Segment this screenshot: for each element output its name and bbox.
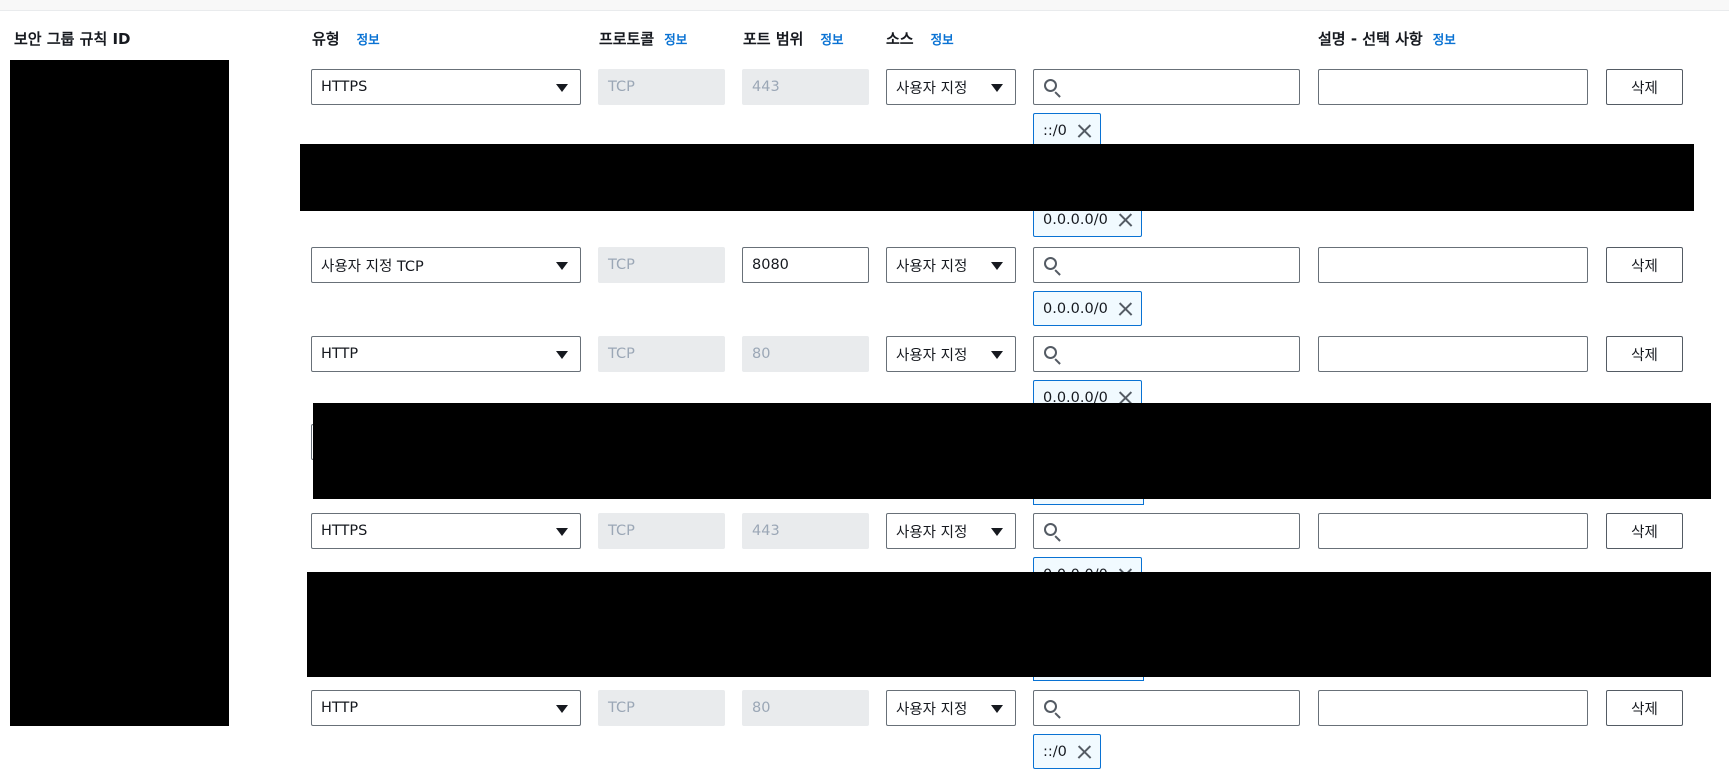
redaction-block — [300, 144, 1694, 211]
header-description-info-link[interactable]: 정보 — [1433, 29, 1456, 48]
rule-row: 사용자 지정 TCP TCP 8080 사용자 지정 삭제 — [0, 247, 1729, 283]
description-input[interactable] — [1318, 513, 1588, 549]
header-port-range-label: 포트 범위 — [743, 30, 804, 48]
remove-token-icon[interactable] — [1077, 745, 1091, 759]
cidr-token-label: 0.0.0.0/0 — [1043, 211, 1108, 228]
type-select[interactable]: HTTP — [311, 690, 581, 726]
caret-down-icon — [556, 84, 568, 92]
type-select[interactable]: HTTPS — [311, 513, 581, 549]
source-select-value: 사용자 지정 — [896, 347, 968, 364]
header-source: 소스 정보 — [886, 28, 954, 49]
rule-row: HTTP TCP 80 사용자 지정 삭제 — [0, 336, 1729, 372]
caret-down-icon — [556, 262, 568, 270]
port-range-field: 80 — [742, 690, 869, 726]
delete-button[interactable]: 삭제 — [1606, 69, 1683, 105]
type-select-value: 사용자 지정 TCP — [321, 258, 424, 275]
search-icon — [1044, 346, 1062, 365]
source-select[interactable]: 사용자 지정 — [886, 513, 1016, 549]
source-select-value: 사용자 지정 — [896, 701, 968, 718]
port-range-field: 443 — [742, 513, 869, 549]
protocol-field: TCP — [598, 513, 725, 549]
header-description-label: 설명 - 선택 사항 — [1318, 30, 1423, 48]
header-rule-id-label: 보안 그룹 규칙 ID — [14, 30, 131, 48]
caret-down-icon — [991, 84, 1003, 92]
port-range-field: 443 — [742, 69, 869, 105]
header-rule-id: 보안 그룹 규칙 ID — [14, 28, 131, 49]
header-protocol-label: 프로토콜 — [599, 30, 655, 48]
type-select[interactable]: HTTPS — [311, 69, 581, 105]
type-select-value: HTTPS — [321, 79, 368, 95]
source-select[interactable]: 사용자 지정 — [886, 69, 1016, 105]
type-select-value: HTTPS — [321, 523, 368, 539]
search-icon — [1044, 79, 1062, 98]
header-type: 유형 정보 — [312, 28, 380, 49]
type-select-value: HTTP — [321, 700, 359, 716]
caret-down-icon — [991, 351, 1003, 359]
delete-button[interactable]: 삭제 — [1606, 336, 1683, 372]
source-select[interactable]: 사용자 지정 — [886, 690, 1016, 726]
type-select[interactable]: 사용자 지정 TCP — [311, 247, 581, 283]
remove-token-icon[interactable] — [1118, 213, 1132, 227]
cidr-token: 0.0.0.0/0 — [1033, 291, 1142, 326]
search-icon — [1044, 700, 1062, 719]
caret-down-icon — [991, 528, 1003, 536]
header-description: 설명 - 선택 사항 정보 — [1318, 28, 1456, 49]
redaction-block — [307, 572, 1711, 677]
cidr-token-label: ::/0 — [1043, 743, 1067, 760]
source-select-value: 사용자 지정 — [896, 258, 968, 275]
protocol-field: TCP — [598, 690, 725, 726]
search-icon — [1044, 257, 1062, 276]
description-input[interactable] — [1318, 690, 1588, 726]
cidr-token: ::/0 — [1033, 734, 1101, 769]
delete-button[interactable]: 삭제 — [1606, 513, 1683, 549]
header-port-range: 포트 범위 정보 — [743, 28, 843, 49]
delete-button[interactable]: 삭제 — [1606, 690, 1683, 726]
header-source-label: 소스 — [886, 30, 914, 48]
source-select[interactable]: 사용자 지정 — [886, 336, 1016, 372]
source-select-value: 사용자 지정 — [896, 80, 968, 97]
cidr-search-input[interactable] — [1033, 247, 1300, 283]
delete-button[interactable]: 삭제 — [1606, 247, 1683, 283]
cidr-search-input[interactable] — [1033, 513, 1300, 549]
cidr-search-input[interactable] — [1033, 690, 1300, 726]
source-select[interactable]: 사용자 지정 — [886, 247, 1016, 283]
caret-down-icon — [991, 705, 1003, 713]
cidr-token: ::/0 — [1033, 113, 1101, 148]
protocol-field: TCP — [598, 69, 725, 105]
header-protocol-info-link[interactable]: 정보 — [664, 29, 687, 48]
port-range-input[interactable]: 8080 — [742, 247, 869, 283]
type-select-value: HTTP — [321, 346, 359, 362]
cidr-search-input[interactable] — [1033, 69, 1300, 105]
description-input[interactable] — [1318, 69, 1588, 105]
header-port-range-info-link[interactable]: 정보 — [820, 29, 843, 48]
protocol-field: TCP — [598, 336, 725, 372]
cidr-search-input[interactable] — [1033, 336, 1300, 372]
rule-row: HTTP TCP 80 사용자 지정 삭제 — [0, 690, 1729, 726]
caret-down-icon — [556, 351, 568, 359]
protocol-field: TCP — [598, 247, 725, 283]
rule-row: HTTPS TCP 443 사용자 지정 삭제 — [0, 513, 1729, 549]
search-icon — [1044, 523, 1062, 542]
redaction-block-rule-ids — [10, 60, 229, 726]
description-input[interactable] — [1318, 247, 1588, 283]
header-protocol: 프로토콜 정보 — [599, 28, 687, 49]
caret-down-icon — [991, 262, 1003, 270]
cidr-token-label: ::/0 — [1043, 122, 1067, 139]
redaction-block — [313, 403, 1711, 499]
caret-down-icon — [556, 705, 568, 713]
caret-down-icon — [556, 528, 568, 536]
top-bar — [0, 0, 1729, 11]
type-select[interactable]: HTTP — [311, 336, 581, 372]
remove-token-icon[interactable] — [1118, 302, 1132, 316]
header-type-info-link[interactable]: 정보 — [357, 29, 380, 48]
description-input[interactable] — [1318, 336, 1588, 372]
remove-token-icon[interactable] — [1077, 124, 1091, 138]
header-source-info-link[interactable]: 정보 — [931, 29, 954, 48]
cidr-token-label: 0.0.0.0/0 — [1043, 300, 1108, 317]
rule-row: HTTPS TCP 443 사용자 지정 삭제 — [0, 69, 1729, 105]
header-type-label: 유형 — [312, 30, 340, 48]
source-select-value: 사용자 지정 — [896, 524, 968, 541]
port-range-field: 80 — [742, 336, 869, 372]
